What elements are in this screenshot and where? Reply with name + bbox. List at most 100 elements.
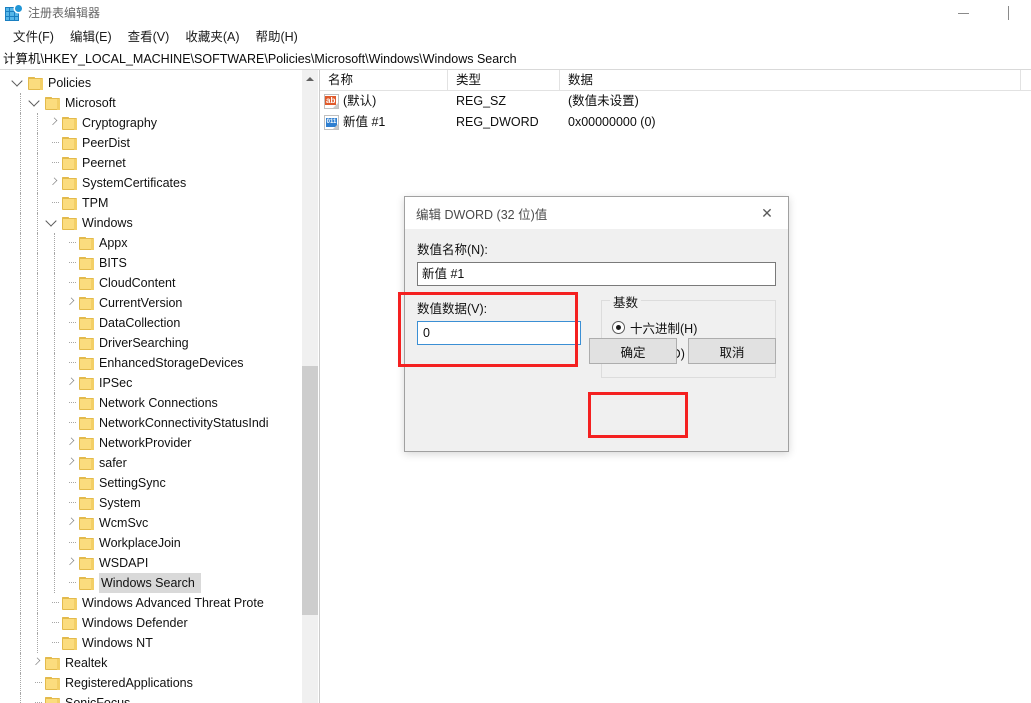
- tree-item-ipsec[interactable]: IPSec: [0, 373, 303, 393]
- tree-item-realtek[interactable]: Realtek: [0, 653, 303, 673]
- radio-hexadecimal-icon[interactable]: [612, 321, 625, 334]
- tree-item-cloudcontent[interactable]: CloudContent: [0, 273, 303, 293]
- address-bar[interactable]: 计算机\HKEY_LOCAL_MACHINE\SOFTWARE\Policies…: [0, 48, 1031, 70]
- value-data-input[interactable]: 0: [417, 321, 581, 345]
- tree-item-workplacejoin[interactable]: WorkplaceJoin: [0, 533, 303, 553]
- tree-indent: [0, 433, 79, 453]
- tree-item-label: Network Connections: [99, 396, 218, 410]
- tree-item-networkconnectivitystatusindi[interactable]: NetworkConnectivityStatusIndi: [0, 413, 303, 433]
- tree-item-peernet[interactable]: Peernet: [0, 153, 303, 173]
- tree-item-systemcertificates[interactable]: SystemCertificates: [0, 173, 303, 193]
- column-header-data[interactable]: 数据: [560, 70, 1021, 91]
- tree-indent: [0, 353, 79, 373]
- tree-item-label: NetworkConnectivityStatusIndi: [99, 416, 269, 430]
- folder-icon: [79, 476, 94, 490]
- registry-path: 计算机\HKEY_LOCAL_MACHINE\SOFTWARE\Policies…: [3, 51, 517, 66]
- tree-item-windows-nt[interactable]: Windows NT: [0, 633, 303, 653]
- tree-item-windows[interactable]: Windows: [0, 213, 303, 233]
- chevron-right-icon[interactable]: [28, 653, 44, 673]
- tree-vertical-scrollbar[interactable]: [302, 70, 318, 703]
- tree-connector: [45, 153, 61, 173]
- tree-item-peerdist[interactable]: PeerDist: [0, 133, 303, 153]
- tree-connector: [62, 493, 78, 513]
- radio-hexadecimal[interactable]: 十六进制(H): [612, 315, 765, 340]
- minimize-button[interactable]: [941, 0, 986, 26]
- tree-item-enhancedstoragedevices[interactable]: EnhancedStorageDevices: [0, 353, 303, 373]
- tree-item-windows-defender[interactable]: Windows Defender: [0, 613, 303, 633]
- column-header-type[interactable]: 类型: [448, 70, 560, 91]
- tree-item-label: PeerDist: [82, 136, 130, 150]
- chevron-right-icon[interactable]: [45, 173, 61, 193]
- tree-connector: [62, 533, 78, 553]
- chevron-right-icon[interactable]: [62, 293, 78, 313]
- tree-item-system[interactable]: System: [0, 493, 303, 513]
- tree-item-wsdapi[interactable]: WSDAPI: [0, 553, 303, 573]
- tree-item-network-connections[interactable]: Network Connections: [0, 393, 303, 413]
- tree-item-wcmsvc[interactable]: WcmSvc: [0, 513, 303, 533]
- value-name-label: 数值名称(N):: [417, 243, 488, 257]
- tree-item-safer[interactable]: safer: [0, 453, 303, 473]
- tree-connector: [62, 473, 78, 493]
- tree-item-settingsync[interactable]: SettingSync: [0, 473, 303, 493]
- scrollbar-thumb[interactable]: [302, 366, 318, 615]
- tree-item-policies[interactable]: Policies: [0, 73, 303, 93]
- folder-icon: [79, 336, 94, 350]
- chevron-right-icon[interactable]: [62, 553, 78, 573]
- tree-item-bits[interactable]: BITS: [0, 253, 303, 273]
- ok-button[interactable]: 确定: [589, 338, 677, 364]
- tree-scroll-area: Policies Microsoft Cryptography PeerDist Pee…: [0, 70, 303, 703]
- tree-item-currentversion[interactable]: CurrentVersion: [0, 293, 303, 313]
- tree-connector: [28, 673, 44, 693]
- tree-connector: [62, 233, 78, 253]
- chevron-right-icon[interactable]: [62, 433, 78, 453]
- tree-item-cryptography[interactable]: Cryptography: [0, 113, 303, 133]
- tree-item-networkprovider[interactable]: NetworkProvider: [0, 433, 303, 453]
- value-row[interactable]: ab (默认) REG_SZ (数值未设置): [320, 91, 1031, 112]
- tree-item-microsoft[interactable]: Microsoft: [0, 93, 303, 113]
- chevron-down-icon[interactable]: [11, 73, 27, 93]
- scroll-up-button[interactable]: [302, 70, 318, 87]
- menu-favorites[interactable]: 收藏夹(A): [177, 27, 247, 47]
- chevron-right-icon[interactable]: [62, 453, 78, 473]
- menu-help[interactable]: 帮助(H): [247, 27, 305, 47]
- dialog-title-bar: 编辑 DWORD (32 位)值 ✕: [405, 197, 788, 229]
- chevron-down-icon[interactable]: [28, 93, 44, 113]
- value-row[interactable]: 011 新值 #1 REG_DWORD 0x00000000 (0): [320, 112, 1031, 133]
- tree-item-label: BITS: [99, 256, 127, 270]
- menu-view[interactable]: 查看(V): [120, 27, 178, 47]
- tree-indent: [0, 293, 79, 313]
- tree-connector: [28, 693, 44, 703]
- tree-indent: [0, 693, 45, 703]
- chevron-down-icon[interactable]: [45, 213, 61, 233]
- tree-item-sonicfocus[interactable]: SonicFocus: [0, 693, 303, 703]
- column-header-name[interactable]: 名称: [320, 70, 448, 91]
- maximize-button[interactable]: [986, 0, 1031, 26]
- tree-item-label: Policies: [48, 76, 92, 90]
- tree-indent: [0, 273, 79, 293]
- dialog-columns: 数值数据(V): 0 基数 十六进制(H) 十进制(D): [417, 288, 776, 378]
- chevron-right-icon[interactable]: [62, 513, 78, 533]
- menu-file[interactable]: 文件(F): [5, 27, 62, 47]
- tree-item-appx[interactable]: Appx: [0, 233, 303, 253]
- close-icon[interactable]: ✕: [746, 198, 788, 228]
- tree-item-datacollection[interactable]: DataCollection: [0, 313, 303, 333]
- tree-connector: [62, 413, 78, 433]
- chevron-right-icon[interactable]: [45, 113, 61, 133]
- tree-item-label: Windows Search: [99, 573, 201, 593]
- tree-item-windows-advanced-threat-prote[interactable]: Windows Advanced Threat Prote: [0, 593, 303, 613]
- tree-item-label: DataCollection: [99, 316, 181, 330]
- tree-item-label: SettingSync: [99, 476, 166, 490]
- tree-item-driversearching[interactable]: DriverSearching: [0, 333, 303, 353]
- tree-item-tpm[interactable]: TPM: [0, 193, 303, 213]
- tree-item-registeredapplications[interactable]: RegisteredApplications: [0, 673, 303, 693]
- chevron-right-icon[interactable]: [62, 373, 78, 393]
- tree-item-windows-search[interactable]: Windows Search: [0, 573, 303, 593]
- cancel-button[interactable]: 取消: [688, 338, 776, 364]
- tree-indent: [0, 653, 45, 673]
- menu-edit[interactable]: 编辑(E): [62, 27, 120, 47]
- tree-item-label: IPSec: [99, 376, 133, 390]
- folder-icon: [62, 636, 77, 650]
- folder-icon: [62, 616, 77, 630]
- tree-item-label: Peernet: [82, 156, 126, 170]
- value-name-input[interactable]: 新值 #1: [417, 262, 776, 286]
